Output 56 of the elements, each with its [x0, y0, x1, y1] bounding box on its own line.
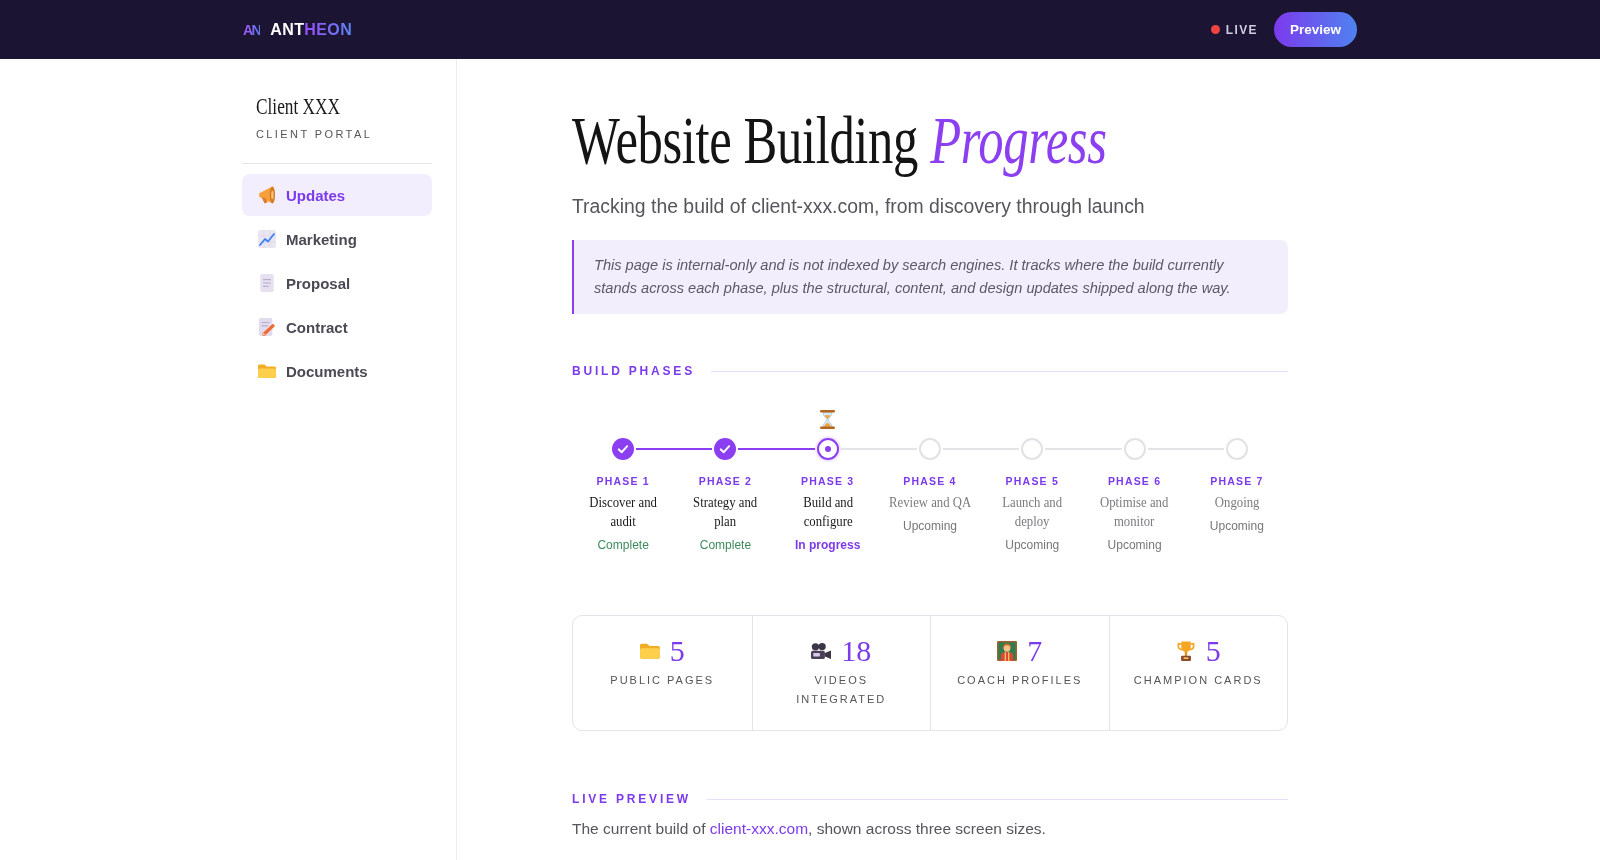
- phase-label: PHASE 4: [903, 474, 957, 488]
- phase-label: PHASE 1: [596, 474, 650, 488]
- phase-label: PHASE 3: [801, 474, 855, 488]
- phase-status: Upcoming: [902, 518, 957, 534]
- nav-item[interactable]: Documents: [242, 350, 432, 392]
- stat-value: 5: [1205, 634, 1221, 668]
- page-title: Website Building Progress: [572, 102, 1107, 178]
- megaphone-icon: [258, 186, 276, 204]
- trophy-icon: [1175, 641, 1196, 661]
- stat-label: COACH PROFILES: [957, 673, 1083, 688]
- nav-item[interactable]: Marketing: [242, 218, 432, 260]
- site-link[interactable]: client-xxx.com: [709, 820, 809, 837]
- notice-callout: This page is internal-only and is not indexed by search engines. It tracks where the build currently stands across each phase, plus the structural, content, and design updates shipped along the way.: [572, 240, 1288, 314]
- phase-status: Upcoming: [1107, 537, 1162, 553]
- chart-icon: [258, 230, 276, 248]
- stat-label: PUBLIC PAGES: [610, 673, 715, 688]
- portal-label: CLIENT PORTAL: [256, 127, 373, 141]
- document-icon: [258, 274, 276, 292]
- live-label: LIVE: [1225, 22, 1258, 37]
- client-name: Client XXX: [256, 92, 340, 120]
- phase-name: Review and QA: [887, 493, 973, 512]
- phase-status: Upcoming: [1005, 537, 1060, 553]
- stat-value: 7: [1027, 634, 1043, 668]
- phase-name: Optimise and monitor: [1099, 493, 1170, 531]
- teacher-icon: [997, 641, 1018, 661]
- stat-label: VIDEOS INTEGRATED: [795, 673, 888, 707]
- phase-label: PHASE 6: [1107, 474, 1162, 488]
- phase-name: Launch and deploy: [1001, 493, 1064, 531]
- phase-name: Strategy and plan: [692, 493, 759, 531]
- phase-label: PHASE 7: [1210, 474, 1264, 488]
- phase-name: Ongoing: [1213, 493, 1261, 512]
- folder-icon: [258, 362, 276, 380]
- phase-name: Discover and audit: [588, 493, 658, 531]
- section-heading: LIVE PREVIEW: [572, 791, 691, 807]
- phase-name: Build and configure: [801, 493, 854, 531]
- stat-value: 18: [841, 634, 872, 668]
- nav-item[interactable]: Contract: [242, 306, 432, 348]
- folder-icon: [639, 641, 660, 661]
- nav-item[interactable]: Proposal: [242, 262, 432, 304]
- phase-status: In progress: [795, 537, 861, 553]
- nav-item[interactable]: Updates: [242, 174, 432, 216]
- preview-description: The current build of client-xxx.com, shown across three screen sizes.: [572, 819, 1047, 839]
- page-subtitle: Tracking the build of client-xxx.com, from discovery through launch: [572, 194, 1146, 219]
- phase-status: Complete: [597, 537, 649, 553]
- live-dot-icon: [1210, 25, 1220, 34]
- phase-status: Upcoming: [1209, 518, 1264, 534]
- phase-label: PHASE 5: [1005, 474, 1059, 488]
- document-pencil-icon: [258, 318, 276, 336]
- preview-button[interactable]: Preview: [1273, 12, 1357, 47]
- movie-camera-icon: [811, 641, 832, 661]
- phase-status: Complete: [699, 537, 752, 553]
- stat-value: 5: [669, 634, 685, 668]
- stat-label: CHAMPION CARDS: [1133, 673, 1263, 688]
- hourglass-icon: [820, 409, 836, 429]
- section-heading: BUILD PHASES: [572, 363, 695, 379]
- phase-label: PHASE 2: [698, 474, 753, 488]
